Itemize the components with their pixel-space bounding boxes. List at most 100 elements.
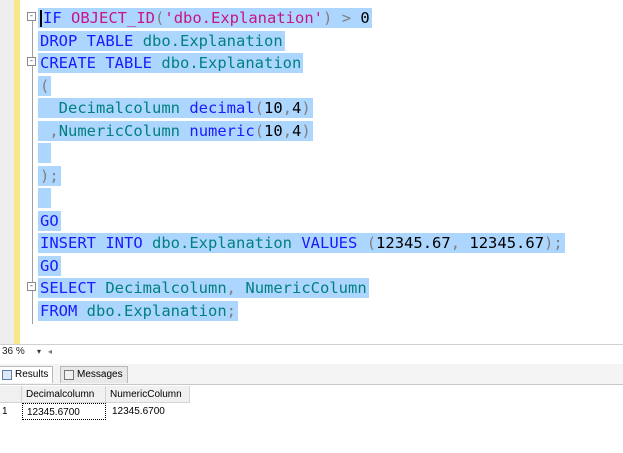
selected-text: ); [38,165,61,186]
selected-text: CREATE TABLE dbo.Explanation [38,53,304,73]
code-token: decimal [189,99,255,117]
code-line[interactable]: ( [38,75,52,97]
code-token: 12345.67 [469,234,545,252]
code-token: , [49,121,59,140]
code-token: ( [254,121,265,140]
code-token: IF [43,9,62,27]
code-token: dbo.Explanation [152,234,292,252]
code-token: 4 [292,99,302,117]
change-tracking-bar [14,0,20,344]
code-line[interactable]: GO [38,255,61,277]
selected-text [38,143,52,163]
code-line[interactable]: GO [38,210,61,232]
code-token: ) [301,121,311,140]
code-token: OBJECT_ID [71,9,156,27]
code-token: 12345.67 [376,234,451,252]
column-header[interactable]: Decimalcolumn [22,386,106,403]
code-token: 0 [351,9,370,27]
grid-cell[interactable]: 12345.6700 [22,403,106,420]
code-token: ( [366,234,377,252]
code-token: GO [40,256,59,275]
code-token: INSERT [40,234,96,252]
code-token: , [282,99,293,117]
selected-text: ,NumericColumn numeric(10,4) [38,120,313,141]
code-token: 10 [264,121,283,140]
tab-results[interactable]: Results [0,366,54,383]
selected-text [38,188,52,208]
code-token: 'dbo.Explanation' [164,9,323,27]
code-token: > [341,9,352,27]
text-caret [40,10,42,27]
code-token: INTO [105,234,143,252]
code-token: ( [254,99,265,117]
column-header[interactable]: NumericColumn [106,386,190,403]
selected-text: DROP TABLE dbo.Explanation [38,30,285,51]
row-number[interactable]: 1 [0,403,22,420]
collapse-icon[interactable]: - [27,57,36,66]
code-token: , [282,121,293,140]
code-line[interactable]: SELECT Decimalcolumn, NumericColumn [38,277,369,299]
selected-text: ( [38,75,52,96]
code-token: dbo.Explanation [161,54,302,72]
code-line[interactable] [38,187,52,209]
zoom-dropdown-icon[interactable]: ▾ [37,347,41,356]
selected-text: IF OBJECT_ID('dbo.Explanation') > 0 [38,8,372,28]
code-token: ); [40,166,59,185]
grid-cell[interactable]: 12345.6700 [106,403,190,420]
scroll-left-icon[interactable]: ◂ [48,347,52,356]
zoom-level[interactable]: 36 % [2,346,25,357]
code-token: TABLE [86,31,134,50]
messages-icon [64,370,74,380]
code-line[interactable]: INSERT INTO dbo.Explanation VALUES (1234… [38,232,565,254]
code-token: TABLE [105,54,153,72]
editor-margin [0,0,14,344]
code-token: DROP [40,31,78,50]
code-token: numeric [189,121,255,140]
code-token: VALUES [301,234,358,252]
code-token: NumericColumn [58,121,181,140]
code-token: 10 [264,99,283,117]
selected-text: GO [38,255,61,276]
editor-status-bar: 36 % ▾ ◂ [0,344,623,361]
selected-text: INSERT INTO dbo.Explanation VALUES (1234… [38,233,565,253]
collapse-icon[interactable]: - [27,282,36,291]
sql-editor[interactable]: - - - IF OBJECT_ID('dbo.Explanation') > … [0,0,623,344]
selected-text: FROM dbo.Explanation; [38,300,238,321]
code-line[interactable] [38,142,52,164]
code-token: ) [323,9,333,27]
grid-corner[interactable] [0,386,22,403]
code-token: 4 [292,121,302,140]
code-token: ) [301,99,311,117]
code-line[interactable]: ,NumericColumn numeric(10,4) [38,120,313,142]
code-token: ( [155,9,165,27]
collapse-icon[interactable]: - [27,12,36,21]
code-token: SELECT [40,279,96,297]
code-token: Decimalcolumn [105,279,227,297]
code-line[interactable]: FROM dbo.Explanation; [38,300,238,322]
code-line[interactable]: ); [38,165,61,187]
selected-text: SELECT Decimalcolumn, NumericColumn [38,278,369,298]
code-token: Decimalcolumn [58,99,180,117]
code-line[interactable]: DROP TABLE dbo.Explanation [38,30,285,52]
tab-messages[interactable]: Messages [60,366,128,383]
code-token: CREATE [40,54,96,72]
code-token: dbo.Explanation [86,301,227,320]
code-line[interactable]: Decimalcolumn decimal(10,4) [38,97,313,119]
code-line[interactable]: IF OBJECT_ID('dbo.Explanation') > 0 [38,7,372,29]
tab-messages-label: Messages [77,369,123,380]
code-line[interactable]: CREATE TABLE dbo.Explanation [38,52,304,74]
